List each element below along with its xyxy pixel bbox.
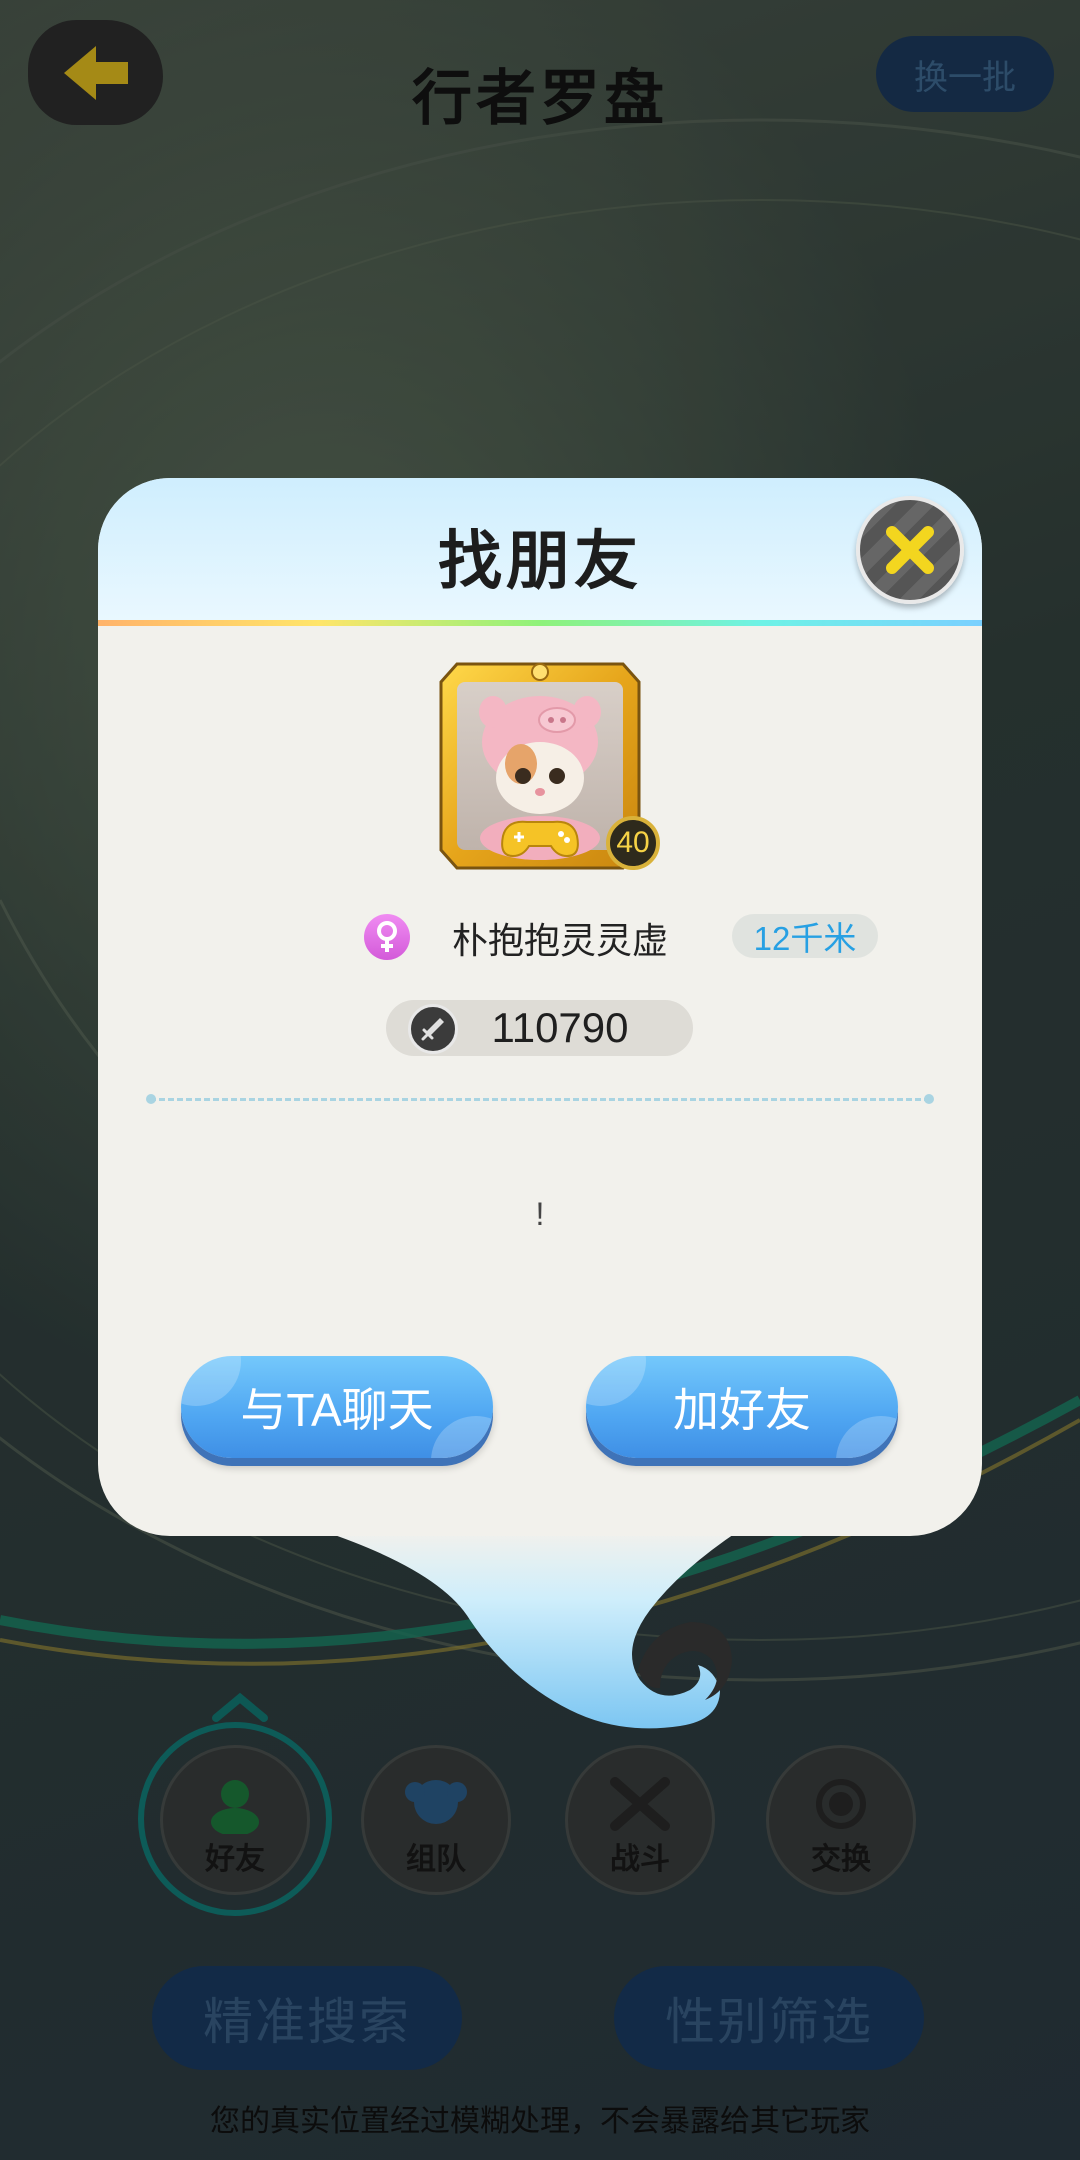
female-icon	[364, 914, 410, 960]
distance-badge: 12千米	[732, 914, 878, 958]
level-badge: 40	[606, 816, 660, 870]
chat-button[interactable]: 与TA聊天	[181, 1356, 493, 1458]
close-icon	[886, 526, 934, 574]
close-button[interactable]	[856, 496, 964, 604]
header-divider	[98, 620, 982, 626]
bubble-tail	[320, 1530, 740, 1729]
divider-dot	[924, 1094, 934, 1104]
divider-dot	[146, 1094, 156, 1104]
dashed-divider	[150, 1098, 930, 1101]
chat-button-label: 与TA聊天	[240, 1384, 434, 1436]
power-value: 110790	[491, 1004, 629, 1051]
user-signature: !	[535, 1196, 545, 1232]
add-friend-button[interactable]: 加好友	[586, 1356, 898, 1458]
add-friend-button-label: 加好友	[673, 1384, 811, 1436]
sword-icon	[408, 1004, 458, 1054]
dialog-title: 找朋友	[438, 525, 642, 597]
user-name: 朴抱抱灵灵虚	[451, 920, 668, 961]
